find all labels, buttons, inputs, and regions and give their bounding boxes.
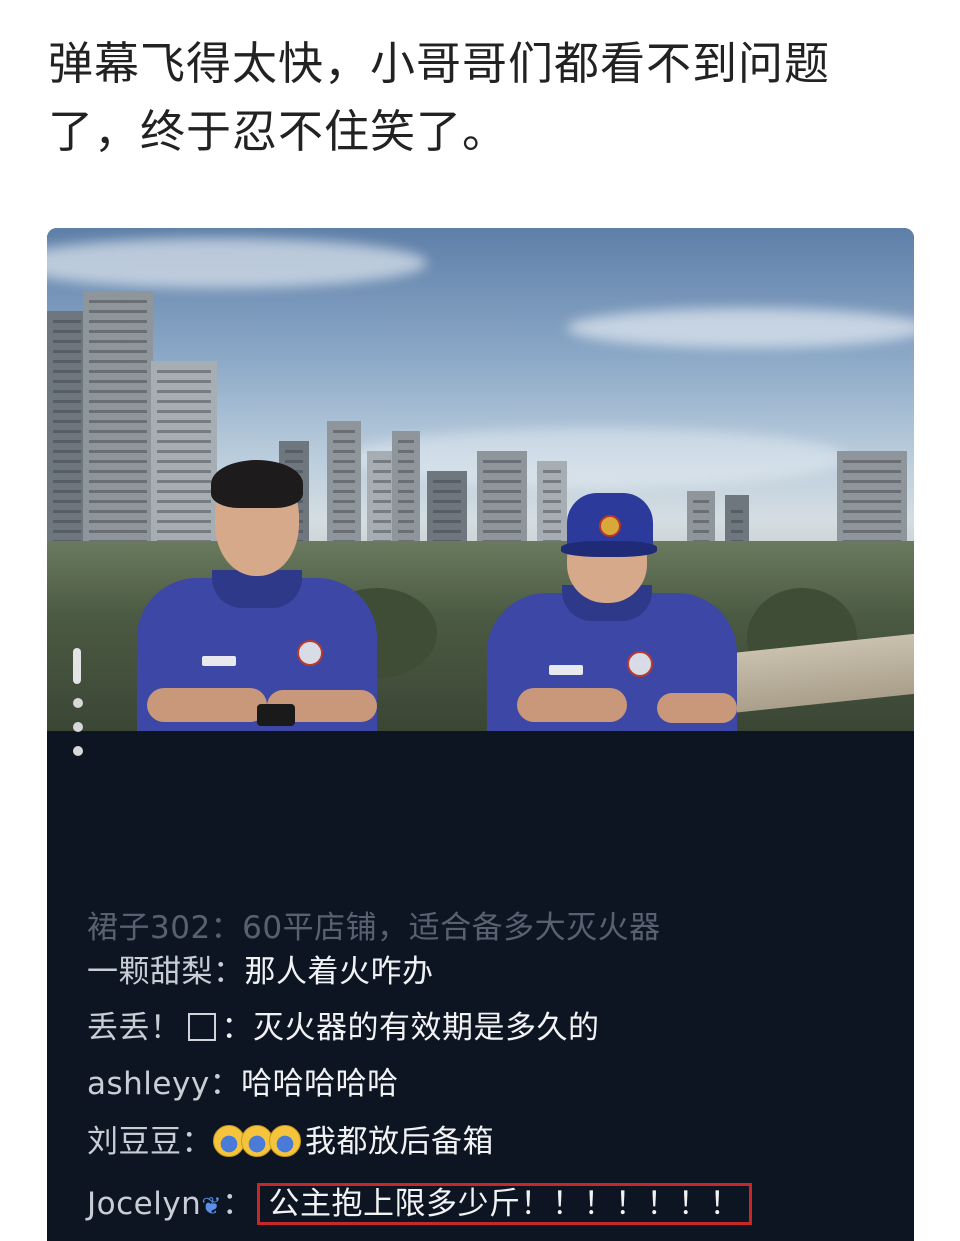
comment-text: 那人着火咋办 xyxy=(244,954,434,990)
comment-item: 一颗甜梨：那人着火咋办 xyxy=(87,952,434,992)
video-frame xyxy=(47,228,914,731)
laughing-emoji-icon xyxy=(269,1125,301,1157)
comment-username: 丢丢！ xyxy=(87,1010,182,1046)
checkbox-icon xyxy=(187,1013,216,1041)
comment-username: 刘豆豆： xyxy=(87,1124,213,1160)
comment-username: Jocelyn xyxy=(87,1186,202,1222)
comment-username: 一颗甜梨： xyxy=(87,954,245,990)
comment-separator: ： xyxy=(221,1186,254,1222)
comment-text: ：灭火器的有效期是多久的 xyxy=(221,1010,600,1046)
comment-username: ashleyy： xyxy=(87,1066,242,1102)
comment-item: 裙子302：60平店铺，适合备多大灭火器 xyxy=(87,908,661,948)
comment-item: ashleyy：哈哈哈哈哈 xyxy=(87,1064,399,1104)
post-caption: 弹幕飞得太快，小哥哥们都看不到问题 了，终于忍不住笑了。 xyxy=(48,30,928,166)
comment-text: 我都放后备箱 xyxy=(305,1124,494,1160)
comment-username: 裙子302： xyxy=(87,910,243,946)
comment-text: 60平店铺，适合备多大灭火器 xyxy=(242,910,661,946)
firefighter-left xyxy=(107,458,407,731)
comment-text: 哈哈哈哈哈 xyxy=(241,1066,399,1102)
page-indicator xyxy=(73,648,85,770)
caption-line-1: 弹幕飞得太快，小哥哥们都看不到问题 xyxy=(48,37,831,90)
firefighter-right xyxy=(467,493,767,731)
comment-item: 刘豆豆： 我都放后备箱 xyxy=(87,1122,494,1162)
livestream-screenshot[interactable]: 裙子302：60平店铺，适合备多大灭火器 一颗甜梨：那人着火咋办 丢丢！ ：灭火器… xyxy=(47,228,914,1241)
caption-line-2: 了，终于忍不住笑了。 xyxy=(48,105,509,158)
comment-item: Jocelyn❦： 公主抱上限多少斤！！！！！！！ xyxy=(87,1183,752,1226)
comment-item: 丢丢！ ：灭火器的有效期是多久的 xyxy=(87,1008,600,1048)
highlighted-comment-text: 公主抱上限多少斤！！！！！！！ xyxy=(257,1183,752,1225)
butterfly-icon: ❦ xyxy=(201,1192,222,1220)
